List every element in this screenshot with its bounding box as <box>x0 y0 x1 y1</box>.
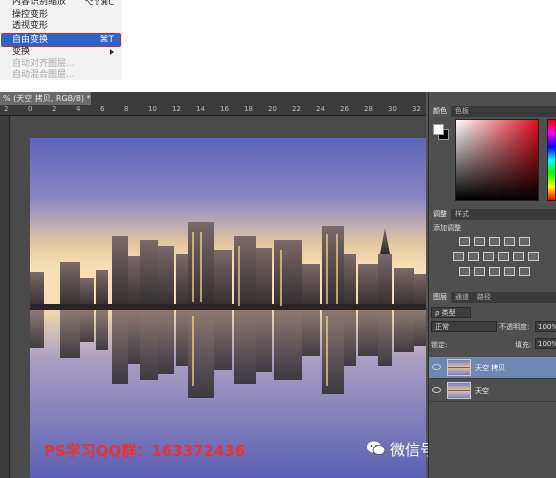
layer-row-sky-copy[interactable]: 天空 拷贝 <box>429 357 556 379</box>
wechat-icon <box>367 441 386 455</box>
color-panel-tabs: 颜色 色板 <box>429 106 556 117</box>
ruler-tick-label: 2 <box>52 105 57 113</box>
watermark-qq-group: PS学习QQ群：163372436 <box>44 442 246 460</box>
fill-label: 填充: <box>515 341 532 349</box>
vertical-ruler <box>0 116 10 478</box>
posterize-icon[interactable] <box>474 267 485 276</box>
ruler-tick-label: 4 <box>76 105 81 113</box>
color-picker-field[interactable] <box>455 119 539 201</box>
ruler-tick-label: 0 <box>28 105 33 113</box>
fill-input[interactable]: 100% <box>535 338 556 349</box>
ruler-tick-label: 2 <box>4 105 9 113</box>
ruler-tick-label: 26 <box>340 105 349 113</box>
menu-item-perspective-warp[interactable]: 透视变形 <box>12 21 48 32</box>
ruler-tick-label: 20 <box>268 105 277 113</box>
exposure-icon[interactable] <box>504 237 515 246</box>
lock-label: 锁定: <box>431 341 448 349</box>
tab-layers[interactable]: 图层 <box>429 292 451 303</box>
tab-paths[interactable]: 路径 <box>473 292 495 303</box>
menu-item-free-transform-label: 自由变换 <box>12 35 49 45</box>
channel-mixer-icon[interactable] <box>513 252 524 261</box>
horizontal-ruler: 2 0 2 4 6 8 10 12 14 16 18 20 22 24 26 28 30 32 <box>0 105 426 116</box>
ruler-tick-label: 28 <box>364 105 373 113</box>
ruler-tick-label: 12 <box>172 105 181 113</box>
blend-mode-select[interactable]: 正常 <box>431 321 497 332</box>
photo-filter-icon[interactable] <box>498 252 509 261</box>
layer-kind-filter[interactable]: ρ 类型 <box>431 307 471 318</box>
ruler-tick-label: 10 <box>148 105 157 113</box>
menu-item-puppet-warp[interactable]: 操控变形 <box>12 10 48 21</box>
document-tab-title: % (天空 拷贝, RGB/8) * <box>3 94 91 103</box>
color-balance-icon[interactable] <box>468 252 479 261</box>
tab-channels[interactable]: 通道 <box>451 292 473 303</box>
menu-item-auto-blend-layers: 自动混合图层... <box>12 70 75 80</box>
invert-icon[interactable] <box>459 267 470 276</box>
eye-icon[interactable] <box>432 387 441 393</box>
submenu-arrow-icon <box>110 49 114 55</box>
ruler-tick-label: 22 <box>292 105 301 113</box>
brightness-icon[interactable] <box>459 237 470 246</box>
ruler-tick-label: 16 <box>220 105 229 113</box>
color-lookup-icon[interactable] <box>528 252 539 261</box>
ruler-tick-label: 8 <box>124 105 129 113</box>
menu-shortcut-content-aware-scale: ⌥⇧⌘C <box>84 0 114 7</box>
tab-bar <box>92 92 426 105</box>
opacity-label: 不透明度: <box>499 323 530 331</box>
curves-icon[interactable] <box>489 237 500 246</box>
levels-icon[interactable] <box>474 237 485 246</box>
tab-adjustments[interactable]: 调整 <box>429 209 451 220</box>
eye-icon[interactable] <box>432 364 441 370</box>
menu-item-transform[interactable]: 变换 <box>12 47 30 58</box>
menu-item-free-transform[interactable]: 自由变换 ⌘T <box>1 33 121 47</box>
ruler-tick-label: 6 <box>100 105 105 113</box>
photoshop-window: % (天空 拷贝, RGB/8) * 2 0 2 4 6 8 10 12 14 16 18 20 22 2… <box>0 92 556 478</box>
layers-panel-tabs: 图层 通道 路径 <box>429 292 556 303</box>
ruler-tick-label: 30 <box>388 105 397 113</box>
layer-name: 天空 <box>475 387 489 395</box>
tab-swatches[interactable]: 色板 <box>451 106 473 117</box>
menu-item-auto-align-layers: 自动对齐图层... <box>12 59 75 69</box>
black-white-icon[interactable] <box>483 252 494 261</box>
tab-styles[interactable]: 样式 <box>451 209 473 220</box>
ruler-tick-label: 14 <box>196 105 205 113</box>
ruler-tick-label: 24 <box>316 105 325 113</box>
hue-slider[interactable] <box>547 119 556 201</box>
ruler-tick-label: 32 <box>412 105 421 113</box>
right-panels: 颜色 色板 调整 样式 添加调整 图层 通道 路径 ρ 类型 正常 不透明度: … <box>428 92 556 478</box>
ruler-tick-label: 18 <box>244 105 253 113</box>
edit-menu: 内容识别缩放 ⌥⇧⌘C 操控变形 透视变形 自由变换 ⌘T 变换 自动对齐图层.… <box>0 0 122 80</box>
threshold-icon[interactable] <box>489 267 500 276</box>
opacity-input[interactable]: 100% <box>535 321 556 332</box>
layer-thumbnail <box>447 359 471 376</box>
layer-row-sky[interactable]: 天空 <box>429 380 556 402</box>
layer-name: 天空 拷贝 <box>475 364 506 372</box>
vibrance-icon[interactable] <box>519 237 530 246</box>
document-tab[interactable]: % (天空 拷贝, RGB/8) * <box>0 92 92 105</box>
menu-item-content-aware-scale[interactable]: 内容识别缩放 <box>12 0 66 8</box>
gradient-map-icon[interactable] <box>504 267 515 276</box>
adjustments-panel-tabs: 调整 样式 <box>429 209 556 220</box>
hue-saturation-icon[interactable] <box>453 252 464 261</box>
tab-color[interactable]: 颜色 <box>429 106 451 117</box>
selective-color-icon[interactable] <box>519 267 530 276</box>
menu-shortcut-free-transform: ⌘T <box>99 35 115 45</box>
skyline-photo[interactable] <box>30 138 426 478</box>
foreground-color-swatch[interactable] <box>433 124 444 135</box>
add-adjustment-title: 添加调整 <box>433 224 461 232</box>
layer-thumbnail <box>447 382 471 399</box>
